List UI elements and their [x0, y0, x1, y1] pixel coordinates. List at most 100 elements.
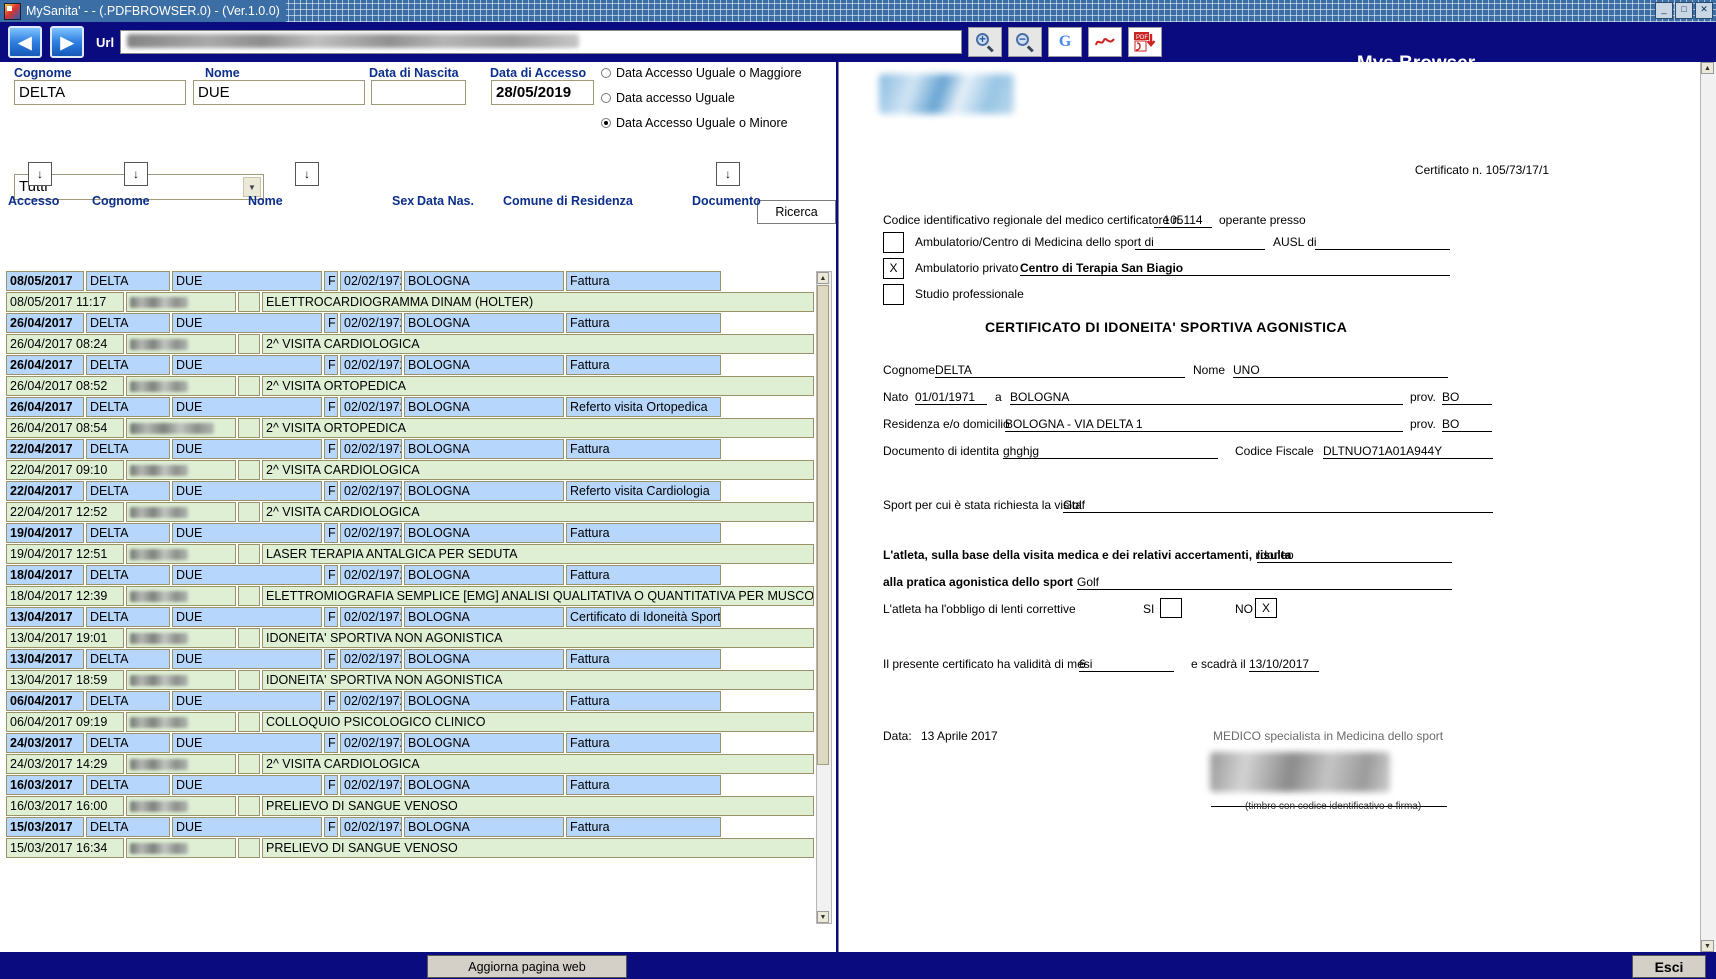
cell-nome: DUE: [172, 523, 322, 543]
label-prov: prov.: [1410, 390, 1436, 404]
checkbox-ambulatorio-privato[interactable]: X: [883, 258, 904, 279]
table-row[interactable]: 16/03/2017 DELTA DUE F 02/02/1972 BOLOGNA Fatt…: [6, 775, 826, 795]
table-row[interactable]: 22/04/2017 DELTA DUE F 02/02/1972 BOLOGNA Refe…: [6, 481, 826, 501]
checkbox-centro-medicina[interactable]: [883, 232, 904, 253]
table-detail-row[interactable]: 19/04/2017 12:51 LASER TERAPIA ANTALGICA …: [6, 544, 826, 564]
nato-value: 01/01/1971: [915, 390, 987, 405]
cell-detail-descrizione: COLLOQUIO PSICOLOGICO CLINICO: [262, 712, 814, 732]
maximize-button[interactable]: □: [1675, 2, 1693, 19]
radio-maggiore[interactable]: Data Accesso Uguale o Maggiore: [601, 66, 802, 80]
cognome-input[interactable]: [14, 80, 186, 105]
checkbox-lenti-no[interactable]: X: [1255, 598, 1277, 618]
zoom-out-button[interactable]: −: [1008, 27, 1043, 57]
table-detail-row[interactable]: 13/04/2017 19:01 IDONEITA' SPORTIVA NON A…: [6, 628, 826, 648]
forward-button[interactable]: ▶: [50, 26, 84, 58]
data-accesso-input[interactable]: [491, 80, 594, 105]
cell-accesso: 06/04/2017: [6, 691, 84, 711]
cell-detail-spacer: [238, 628, 260, 648]
cell-detail-datetime: 08/05/2017 11:17: [6, 292, 124, 312]
pdf-scroll-up-button[interactable]: ▲: [1701, 62, 1714, 74]
column-header-accesso: Accesso: [8, 194, 60, 208]
cell-cognome: DELTA: [86, 565, 170, 585]
sort-cognome-button[interactable]: ↓: [124, 162, 148, 186]
table-row[interactable]: 26/04/2017 DELTA DUE F 02/02/1972 BOLOGNA Refe…: [6, 397, 826, 417]
table-detail-row[interactable]: 22/04/2017 12:52 2^ VISITA CARDIOLOGICA: [6, 502, 826, 522]
validita-value: 6: [1079, 657, 1174, 672]
cell-detail-operator: [126, 418, 236, 438]
cell-detail-spacer: [238, 292, 260, 312]
back-button[interactable]: ◀: [8, 26, 42, 58]
table-row[interactable]: 15/03/2017 DELTA DUE F 02/02/1972 BOLOGNA Fatt…: [6, 817, 826, 837]
application-window: MySanita' - - (.PDFBROWSER.0) - (Ver.1.0…: [0, 0, 1716, 979]
table-row[interactable]: 26/04/2017 DELTA DUE F 02/02/1972 BOLOGNA Fatt…: [6, 355, 826, 375]
sort-documento-button[interactable]: ↓: [716, 162, 740, 186]
pratica-value: Golf: [1077, 575, 1452, 590]
table-detail-row[interactable]: 26/04/2017 08:24 2^ VISITA CARDIOLOGICA: [6, 334, 826, 354]
table-row[interactable]: 13/04/2017 DELTA DUE F 02/02/1972 BOLOGNA Cert…: [6, 607, 826, 627]
pdf-scroll-down-button[interactable]: ▼: [1701, 940, 1714, 952]
url-input[interactable]: [120, 30, 963, 54]
redacted-operator: [130, 675, 188, 687]
scroll-up-button[interactable]: ▲: [817, 272, 829, 284]
pdf-viewer-panel[interactable]: Certificato n. 105/73/17/1 Codice identi…: [838, 62, 1716, 952]
prov-value: BO: [1442, 390, 1492, 405]
sort-accesso-button[interactable]: ↓: [28, 162, 52, 186]
table-detail-row[interactable]: 06/04/2017 09:19 COLLOQUIO PSICOLOGICO CL…: [6, 712, 826, 732]
window-title: MySanita' - - (.PDFBROWSER.0) - (Ver.1.0…: [26, 4, 280, 18]
table-detail-row[interactable]: 26/04/2017 08:54 2^ VISITA ORTOPEDICA: [6, 418, 826, 438]
table-detail-row[interactable]: 24/03/2017 14:29 2^ VISITA CARDIOLOGICA: [6, 754, 826, 774]
table-row[interactable]: 13/04/2017 DELTA DUE F 02/02/1972 BOLOGNA Fatt…: [6, 649, 826, 669]
nome-input[interactable]: [193, 80, 365, 105]
radio-uguale-indicator: [601, 93, 611, 103]
cell-data-nascita: 02/02/1972: [340, 271, 402, 291]
table-detail-row[interactable]: 08/05/2017 11:17 ELETTROCARDIOGRAMMA DINA…: [6, 292, 826, 312]
table-detail-row[interactable]: 22/04/2017 09:10 2^ VISITA CARDIOLOGICA: [6, 460, 826, 480]
cell-documento: Fattura: [566, 313, 721, 333]
checkbox-studio-professionale[interactable]: [883, 284, 904, 305]
table-row[interactable]: 19/04/2017 DELTA DUE F 02/02/1972 BOLOGNA Fatt…: [6, 523, 826, 543]
cell-documento: Fattura: [566, 733, 721, 753]
cell-detail-spacer: [238, 376, 260, 396]
cell-cognome: DELTA: [86, 439, 170, 459]
table-row[interactable]: 18/04/2017 DELTA DUE F 02/02/1972 BOLOGNA Fatt…: [6, 565, 826, 585]
url-label: Url: [96, 34, 115, 50]
table-detail-row[interactable]: 16/03/2017 16:00 PRELIEVO DI SANGUE VENOS…: [6, 796, 826, 816]
table-row[interactable]: 06/04/2017 DELTA DUE F 02/02/1972 BOLOGNA Fatt…: [6, 691, 826, 711]
cell-sex: F: [324, 649, 338, 669]
sort-nome-button[interactable]: ↓: [295, 162, 319, 186]
minimize-button[interactable]: _: [1655, 2, 1673, 19]
radio-uguale[interactable]: Data accesso Uguale: [601, 91, 735, 105]
search-button[interactable]: Ricerca: [757, 200, 836, 224]
scroll-down-button[interactable]: ▼: [817, 911, 829, 923]
cell-accesso: 24/03/2017: [6, 733, 84, 753]
table-detail-row[interactable]: 15/03/2017 16:34 PRELIEVO DI SANGUE VENOS…: [6, 838, 826, 858]
redacted-operator: [130, 717, 188, 729]
table-detail-row[interactable]: 13/04/2017 18:59 IDONEITA' SPORTIVA NON A…: [6, 670, 826, 690]
ausl-value: [1315, 235, 1450, 250]
table-row[interactable]: 24/03/2017 DELTA DUE F 02/02/1972 BOLOGNA Fatt…: [6, 733, 826, 753]
table-detail-row[interactable]: 18/04/2017 12:39 ELETTROMIOGRAFIA SEMPLIC…: [6, 586, 826, 606]
refresh-page-button[interactable]: Aggiorna pagina web: [427, 955, 627, 978]
exit-button[interactable]: Esci: [1632, 955, 1706, 978]
label-nato-a: a: [995, 390, 1002, 404]
results-table[interactable]: 08/05/2017 DELTA DUE F 02/02/1972 BOLOGNA Fatt…: [6, 271, 826, 922]
data-nascita-input[interactable]: [371, 80, 466, 105]
cell-comune: BOLOGNA: [404, 439, 564, 459]
checkbox-lenti-si[interactable]: [1160, 598, 1182, 618]
zoom-in-button[interactable]: +: [968, 27, 1003, 57]
table-row[interactable]: 26/04/2017 DELTA DUE F 02/02/1972 BOLOGNA Fatt…: [6, 313, 826, 333]
cell-comune: BOLOGNA: [404, 565, 564, 585]
table-detail-row[interactable]: 26/04/2017 08:52 2^ VISITA ORTOPEDICA: [6, 376, 826, 396]
table-scrollbar[interactable]: ▲ ▼: [816, 271, 832, 924]
close-button[interactable]: ✕: [1695, 2, 1713, 19]
cell-documento: Fattura: [566, 649, 721, 669]
pdf-scrollbar[interactable]: ▲ ▼: [1700, 62, 1716, 952]
radio-minore[interactable]: Data Accesso Uguale o Minore: [601, 116, 788, 130]
cell-sex: F: [324, 733, 338, 753]
cell-comune: BOLOGNA: [404, 691, 564, 711]
google-button[interactable]: G: [1048, 27, 1083, 57]
cell-accesso: 26/04/2017: [6, 355, 84, 375]
table-row[interactable]: 08/05/2017 DELTA DUE F 02/02/1972 BOLOGNA Fatt…: [6, 271, 826, 291]
table-row[interactable]: 22/04/2017 DELTA DUE F 02/02/1972 BOLOGNA Fatt…: [6, 439, 826, 459]
scroll-thumb[interactable]: [817, 285, 829, 765]
